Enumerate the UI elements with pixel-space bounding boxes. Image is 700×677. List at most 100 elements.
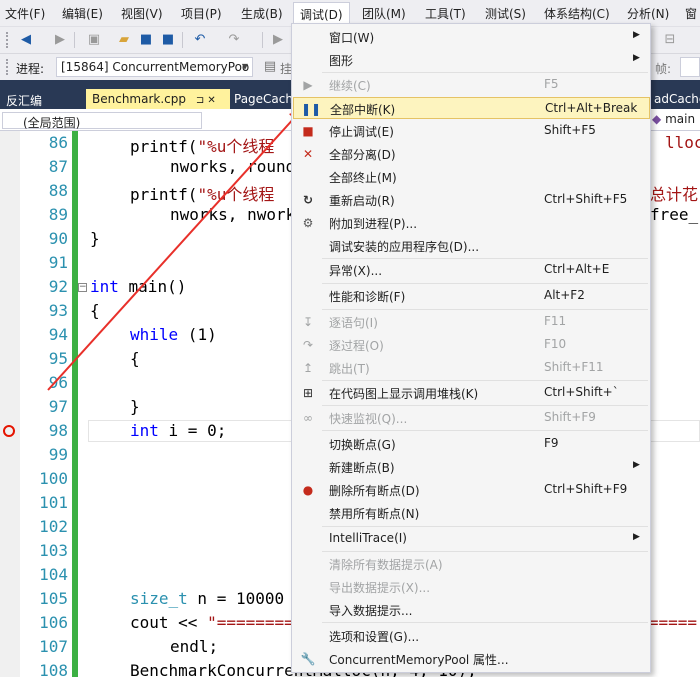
start-icon[interactable]: ▶ <box>270 32 286 48</box>
menu-item-label: 导入数据提示... <box>329 604 413 618</box>
menu-separator <box>322 622 648 623</box>
code-line-88: printf("%u个线程 <box>130 185 275 204</box>
line-number: 92 <box>48 277 68 296</box>
menu-tools[interactable]: 工具(T) <box>425 5 466 22</box>
pin-close-icon[interactable]: ⊐ ✕ <box>196 95 216 106</box>
menu-build[interactable]: 生成(B) <box>241 5 283 22</box>
menu-test[interactable]: 测试(S) <box>485 5 526 22</box>
forward-icon[interactable]: ▶ <box>52 32 68 48</box>
line-number: 99 <box>48 445 68 464</box>
code-line-86-tail: lloc <box>665 133 700 152</box>
menu-item-clear-datatips[interactable]: 清除所有数据提示(A) <box>293 553 650 575</box>
toolbar-separator <box>262 32 263 48</box>
menu-window[interactable]: 窗 <box>685 5 697 22</box>
menu-team[interactable]: 团队(M) <box>362 5 406 22</box>
menu-item-window[interactable]: 窗口(W) ▶ <box>293 26 650 48</box>
menu-item-disable-all-breakpoints[interactable]: 禁用所有断点(N) <box>293 502 650 524</box>
menu-edit[interactable]: 编辑(E) <box>62 5 103 22</box>
code-line-98: int i = 0; <box>130 421 227 440</box>
open-folder-icon[interactable]: ▰ <box>116 32 132 48</box>
menu-item-shortcut: Shift+F5 <box>544 123 596 137</box>
menu-item-options[interactable]: 选项和设置(G)... <box>293 625 650 647</box>
menu-analyze[interactable]: 分析(N) <box>627 5 669 22</box>
menu-item-delete-all-breakpoints[interactable]: ● 删除所有断点(D) Ctrl+Shift+F9 <box>293 479 650 501</box>
line-number: 106 <box>39 613 68 632</box>
menu-item-shortcut: F11 <box>544 314 567 328</box>
menu-item-continue[interactable]: ▶ 继续(C) F5 <box>293 74 650 96</box>
menu-item-stop-debugging[interactable]: ■ 停止调试(E) Shift+F5 <box>293 120 650 142</box>
toolbar-overflow-icon[interactable]: ⊟ <box>662 32 678 48</box>
menu-item-step-over[interactable]: ↷ 逐过程(O) F10 <box>293 334 650 356</box>
menu-item-performance[interactable]: 性能和诊断(F) Alt+F2 <box>293 285 650 307</box>
scope-dropdown[interactable]: (全局范围) <box>2 112 202 130</box>
line-number: 88 <box>48 181 68 200</box>
save-icon[interactable]: ■ <box>138 32 154 48</box>
menu-item-terminate-all[interactable]: 全部终止(M) <box>293 166 650 188</box>
menu-item-export-datatips[interactable]: 导出数据提示(X)... <box>293 576 650 598</box>
menu-view[interactable]: 视图(V) <box>121 5 163 22</box>
menu-item-new-breakpoint[interactable]: 新建断点(B) ▶ <box>293 456 650 478</box>
menu-item-shortcut: Shift+F9 <box>544 410 596 424</box>
tab-benchmark-cpp[interactable]: Benchmark.cpp ⊐ ✕ <box>86 89 230 109</box>
menu-item-graphics[interactable]: 图形 ▶ <box>293 49 650 71</box>
stack-frame-dropdown[interactable] <box>680 57 700 77</box>
menu-item-import-datatips[interactable]: 导入数据提示... <box>293 599 650 621</box>
lifecycle-events-icon[interactable]: ▤ <box>262 59 278 75</box>
redo-icon[interactable]: ↷ <box>226 32 242 48</box>
member-dropdown[interactable]: ◆ main <box>652 112 695 126</box>
indicator-margin[interactable] <box>0 131 20 677</box>
function-icon: ◆ <box>652 112 662 126</box>
code-line-106: cout << "========= <box>130 613 304 632</box>
toolbar-grip[interactable] <box>6 32 10 48</box>
menu-item-label: 异常(X)... <box>329 264 383 278</box>
line-number: 103 <box>39 541 68 560</box>
menu-item-step-out[interactable]: ↥ 跳出(T) Shift+F11 <box>293 357 650 379</box>
menu-item-code-map-callstack[interactable]: ⊞ 在代码图上显示调用堆栈(K) Ctrl+Shift+` <box>293 382 650 404</box>
stack-frame-label: 帧: <box>655 62 672 76</box>
menu-item-quickwatch[interactable]: ∞ 快速监视(Q)... Shift+F9 <box>293 407 650 429</box>
menu-item-label: 继续(C) <box>329 79 371 93</box>
menu-item-toggle-breakpoint[interactable]: 切换断点(G) F9 <box>293 433 650 455</box>
line-number: 108 <box>39 661 68 677</box>
menu-item-debug-app-package[interactable]: 调试安装的应用程序包(D)... <box>293 235 650 257</box>
menu-item-break-all[interactable]: ❚❚ 全部中断(K) Ctrl+Alt+Break <box>293 97 650 119</box>
menu-separator <box>322 283 648 284</box>
menu-item-step-into[interactable]: ↧ 逐语句(I) F11 <box>293 311 650 333</box>
menu-item-label: 停止调试(E) <box>329 125 394 139</box>
menu-item-shortcut: Shift+F11 <box>544 360 604 374</box>
code-line-89-tail: free_ <box>650 205 699 224</box>
back-icon[interactable]: ◀ <box>18 32 34 48</box>
menu-item-intellitrace[interactable]: IntelliTrace(I) ▶ <box>293 528 650 550</box>
tab-disassembly[interactable]: 反汇编 <box>0 89 48 109</box>
process-dropdown[interactable]: [15864] ConcurrentMemoryPoo ▼ <box>56 57 253 77</box>
collapse-icon[interactable]: − <box>78 283 87 292</box>
save-all-icon[interactable]: ■ <box>160 32 176 48</box>
menu-item-shortcut: Ctrl+Shift+` <box>544 385 619 399</box>
menu-item-restart[interactable]: ↻ 重新启动(R) Ctrl+Shift+F5 <box>293 189 650 211</box>
breakpoint-icon[interactable] <box>3 425 15 437</box>
menu-project[interactable]: 项目(P) <box>181 5 222 22</box>
quickwatch-icon: ∞ <box>303 411 313 425</box>
toolbar-grip[interactable] <box>6 59 10 75</box>
chevron-down-icon[interactable]: ▼ <box>238 58 252 76</box>
menu-item-attach-process[interactable]: ⚙ 附加到进程(P)... <box>293 212 650 234</box>
menu-item-project-properties[interactable]: 🔧 ConcurrentMemoryPool 属性... <box>293 648 650 670</box>
code-line-97: } <box>130 397 140 416</box>
menu-item-label: 全部中断(K) <box>330 103 396 117</box>
menu-item-label: 清除所有数据提示(A) <box>329 558 443 572</box>
menu-architecture[interactable]: 体系结构(C) <box>544 5 610 22</box>
menu-item-exceptions[interactable]: 异常(X)... Ctrl+Alt+E <box>293 259 650 281</box>
toolbar-separator <box>182 32 183 48</box>
menu-item-shortcut: F9 <box>544 436 559 450</box>
menu-item-detach-all[interactable]: ✕ 全部分离(D) <box>293 143 650 165</box>
menu-item-label: 新建断点(B) <box>329 461 395 475</box>
line-number: 104 <box>39 565 68 584</box>
code-text[interactable]: printf("%u个线程 lloc nworks, round printf(… <box>90 131 700 677</box>
undo-icon[interactable]: ↶ <box>192 32 208 48</box>
new-item-icon[interactable]: ▣ <box>86 32 102 48</box>
code-line-89: nworks, nwork <box>170 205 296 224</box>
menu-file[interactable]: 文件(F) <box>5 5 45 22</box>
menu-separator <box>322 551 648 552</box>
wrench-icon: 🔧 <box>300 652 316 666</box>
tab-threadcache[interactable]: adCache. <box>648 89 700 109</box>
